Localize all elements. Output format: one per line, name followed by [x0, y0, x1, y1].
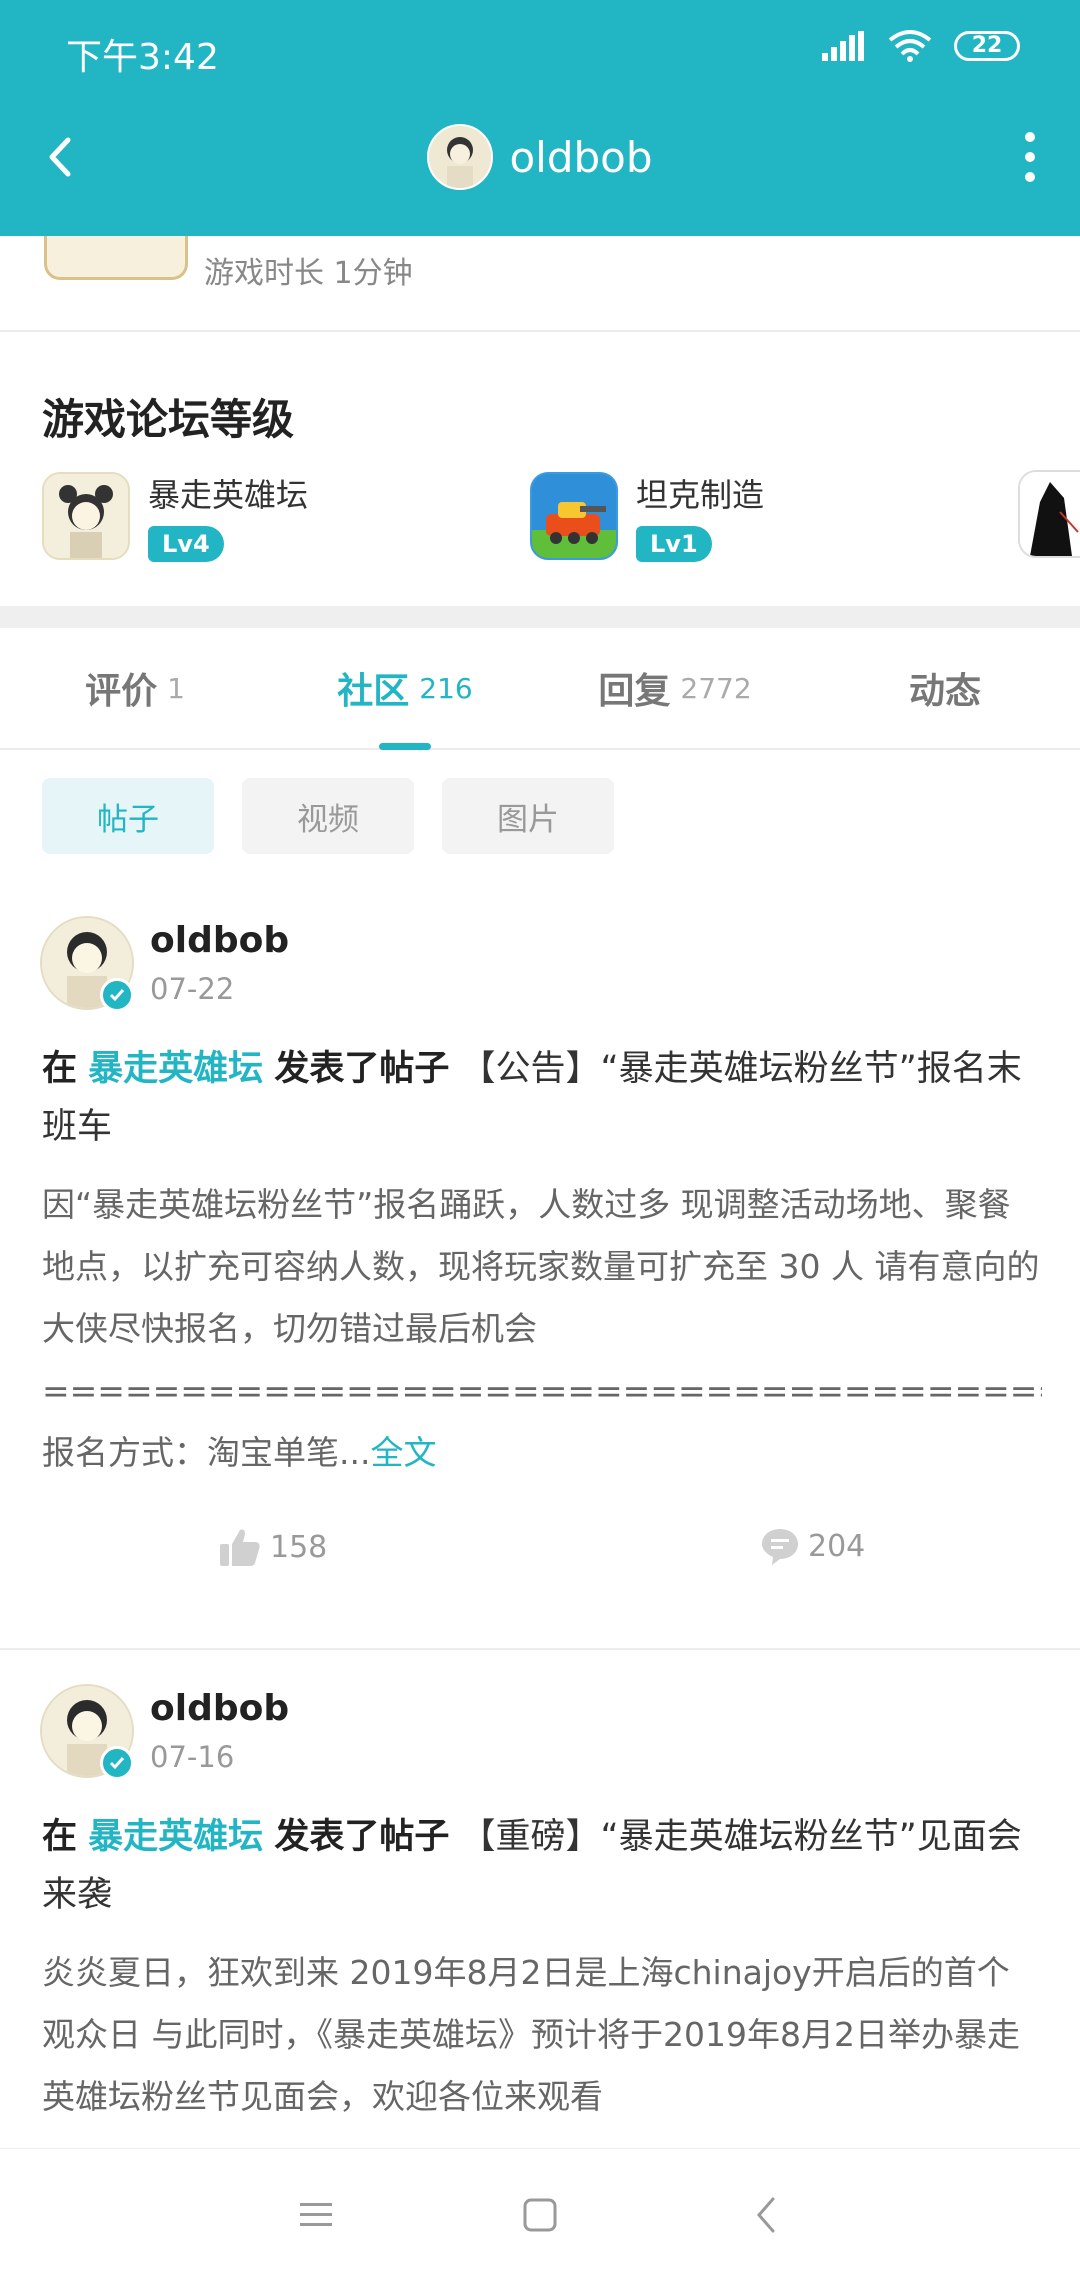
game-time-row[interactable]: 游戏时长 1分钟: [0, 236, 1080, 332]
tab-count: 1: [167, 671, 185, 705]
game-icon: [42, 472, 130, 560]
title-prefix: 在: [42, 1817, 78, 1857]
active-tab-indicator: [379, 743, 431, 750]
tab-label: 社区: [337, 671, 410, 712]
title-action: 发表了帖子: [274, 1817, 450, 1857]
post-username[interactable]: oldbob: [150, 920, 289, 961]
post-body-text: 炎炎夏日，狂欢到来 2019年8月2日是上海chinajoy开启后的首个观众日 …: [42, 1953, 1020, 2116]
forum-name: 暴走英雄坛: [148, 476, 309, 514]
post-actions: 158 204: [0, 1526, 1080, 1586]
game-thumbnail: [44, 236, 188, 280]
more-options-button[interactable]: [1020, 132, 1040, 182]
comment-icon: [762, 1529, 798, 1565]
verified-icon: [100, 1746, 134, 1780]
signal-icon: [822, 31, 864, 61]
dot-icon: [1025, 152, 1035, 162]
forum-name: 坦克制造: [636, 476, 765, 514]
post-card[interactable]: oldbob 07-22 在 暴走英雄坛 发表了帖子 【公告】“暴走英雄坛粉丝节…: [0, 906, 1080, 1650]
dot-icon: [1025, 132, 1035, 142]
profile-tabs: 评价 1 社区 216 回复 2772 动态: [0, 628, 1080, 750]
forum-link[interactable]: 暴走英雄坛: [88, 1049, 263, 1089]
section-divider: [0, 606, 1080, 628]
read-more-link[interactable]: 全文: [370, 1433, 436, 1472]
comment-button[interactable]: 204: [760, 1526, 865, 1566]
post-title[interactable]: 在 暴走英雄坛 发表了帖子 【重磅】“暴走英雄坛粉丝节”见面会来袭: [42, 1808, 1042, 1924]
verified-icon: [100, 978, 134, 1012]
like-count: 158: [270, 1529, 328, 1565]
thumbs-up-icon: [220, 1529, 260, 1566]
post-title[interactable]: 在 暴走英雄坛 发表了帖子 【公告】“暴走英雄坛粉丝节”报名末班车: [42, 1040, 1042, 1156]
app-header: 下午3:42 22 oldbob: [0, 0, 1080, 236]
post-divider: [0, 1648, 1080, 1650]
home-button[interactable]: [510, 2185, 570, 2245]
level-badge: Lv4: [148, 526, 224, 562]
game-icon: [530, 472, 618, 560]
like-button[interactable]: 158: [218, 1526, 327, 1568]
header-avatar: [427, 124, 494, 190]
post-date: 07-22: [150, 972, 235, 1006]
wifi-icon: [888, 30, 932, 62]
system-back-button[interactable]: [736, 2185, 796, 2245]
dot-icon: [1025, 172, 1035, 182]
forum-level-section: 游戏论坛等级 暴走英雄坛 Lv4 坦克制造 Lv1: [0, 334, 1080, 606]
chip-images[interactable]: 图片: [442, 778, 614, 854]
post-body[interactable]: 因“暴走英雄坛粉丝节”报名踊跃，人数过多 现调整活动场地、聚餐地点，以扩充可容纳…: [42, 1174, 1042, 1484]
tab-label: 动态: [908, 671, 981, 712]
system-nav-bar: [0, 2148, 1080, 2280]
header-title: oldbob: [509, 132, 653, 182]
post-username[interactable]: oldbob: [150, 1688, 289, 1729]
tab-reviews[interactable]: 评价 1: [0, 628, 270, 748]
game-icon[interactable]: [1018, 470, 1080, 558]
status-icons: 22: [822, 30, 1020, 62]
forum-level-item[interactable]: 暴走英雄坛 Lv4: [42, 470, 308, 562]
forum-level-item[interactable]: 坦克制造 Lv1: [530, 470, 764, 562]
game-time-text: 游戏时长 1分钟: [204, 256, 413, 291]
menu-button[interactable]: [286, 2185, 346, 2245]
menu-icon: [300, 2203, 332, 2226]
section-title: 游戏论坛等级: [42, 395, 295, 444]
title-prefix: 在: [42, 1049, 78, 1089]
title-action: 发表了帖子: [274, 1049, 450, 1089]
header-user[interactable]: oldbob: [0, 124, 1080, 190]
tab-count: 2772: [680, 671, 752, 705]
chip-posts[interactable]: 帖子: [42, 778, 214, 854]
status-time: 下午3:42: [66, 37, 219, 78]
post-date: 07-16: [150, 1740, 235, 1774]
tab-count: 216: [419, 671, 473, 705]
post-card[interactable]: oldbob 07-16 在 暴走英雄坛 发表了帖子 【重磅】“暴走英雄坛粉丝节…: [0, 1674, 1080, 2148]
post-body[interactable]: 炎炎夏日，狂欢到来 2019年8月2日是上海chinajoy开启后的首个观众日 …: [42, 1942, 1042, 2148]
post-body-text: 因“暴走英雄坛粉丝节”报名踊跃，人数过多 现调整活动场地、聚餐地点，以扩充可容纳…: [42, 1185, 1042, 1472]
tab-replies[interactable]: 回复 2772: [540, 628, 810, 748]
home-square-icon: [523, 2198, 557, 2232]
battery-icon: 22: [954, 31, 1020, 61]
tab-label: 回复: [598, 671, 671, 712]
filter-chips: 帖子 视频 图片: [42, 778, 614, 854]
level-badge: Lv1: [636, 526, 712, 562]
tab-label: 评价: [85, 671, 158, 712]
tab-activity[interactable]: 动态: [810, 628, 1080, 748]
tab-community[interactable]: 社区 216: [270, 628, 540, 750]
comment-count: 204: [808, 1528, 866, 1564]
forum-link[interactable]: 暴走英雄坛: [88, 1817, 263, 1857]
back-triangle-icon: [757, 2197, 775, 2233]
chip-videos[interactable]: 视频: [242, 778, 414, 854]
